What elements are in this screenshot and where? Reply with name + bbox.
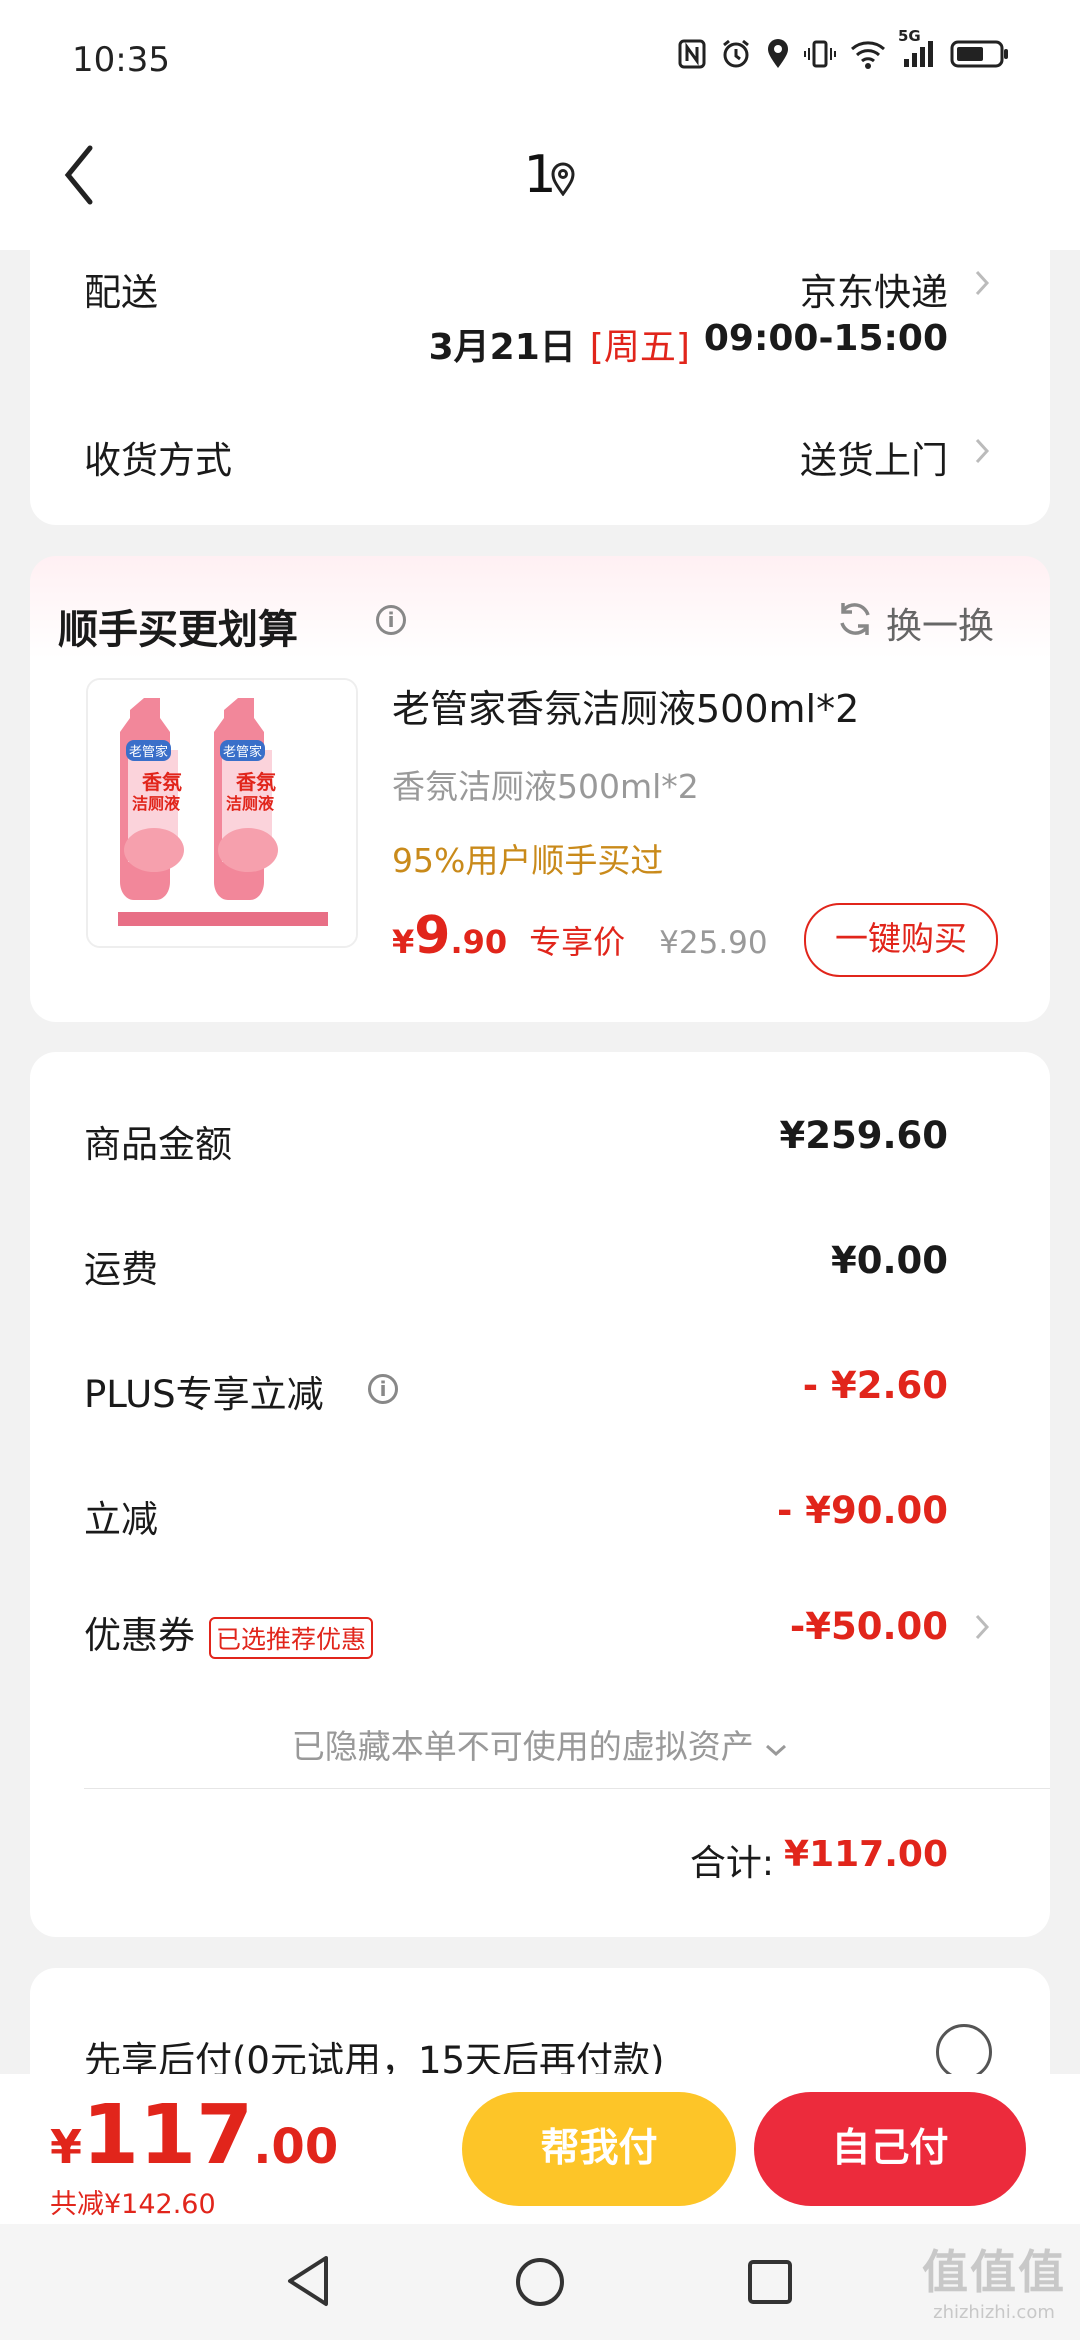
nav-back-icon[interactable] [284, 2254, 332, 2312]
product-image[interactable]: 老管家 老管家 香氛 洁厕液 香氛 洁厕液 [86, 678, 358, 948]
pay-later-radio[interactable] [936, 2024, 992, 2080]
summary-label: PLUS专享立减 [84, 1373, 324, 1416]
delivery-carrier[interactable]: 京东快递 [800, 262, 948, 316]
product-brand-text: 老管家 [220, 740, 266, 761]
one-click-buy-button[interactable]: 一键购买 [804, 903, 998, 977]
status-time: 10:35 [72, 40, 170, 80]
total-row: 合计: ¥117.00 [690, 1834, 948, 1886]
delivery-label: 配送 [84, 271, 158, 314]
summary-label: 运费 [84, 1248, 158, 1291]
signal-icon: 5G [898, 27, 936, 77]
summary-label: 立减 [84, 1498, 158, 1541]
original-price: ¥25.90 [659, 925, 768, 961]
refresh-icon [836, 600, 874, 647]
battery-icon [950, 39, 1010, 77]
product-label-text: 洁厕液 [132, 794, 181, 813]
delivery-time: 3月21日 [周五] 09:00-15:00 [429, 318, 948, 370]
status-icons: 5G [678, 27, 1010, 78]
vibrate-icon [804, 38, 836, 78]
nfc-icon [678, 39, 706, 77]
refresh-button[interactable]: 换一换 [836, 597, 994, 649]
coupon-recommend-tag: 已选推荐优惠 [209, 1616, 374, 1659]
recommend-title: 顺手买更划算 [58, 607, 298, 653]
price-symbol: ¥ [392, 923, 415, 961]
watermark-url: zhizhizhi.com [933, 2302, 1055, 2323]
coupon-discount[interactable]: -¥50.00 [790, 1605, 948, 1648]
payable-integer: 117 [82, 2088, 254, 2183]
goods-amount: ¥259.60 [779, 1114, 948, 1157]
nav-recents-icon[interactable] [746, 2258, 794, 2310]
hidden-assets-toggle[interactable]: 已隐藏本单不可使用的虚拟资产 [0, 1720, 1080, 1768]
summary-label: 优惠券 [84, 1614, 195, 1657]
delivery-window: 09:00-15:00 [703, 318, 948, 359]
alarm-icon [720, 38, 752, 78]
total-value: ¥117.00 [784, 1834, 948, 1875]
payable-amount: ¥ 117 .00 [50, 2088, 338, 2183]
coupon-row[interactable]: 优惠券 已选推荐优惠 [84, 1605, 374, 1659]
info-icon[interactable]: i [368, 1374, 398, 1404]
currency-symbol: ¥ [50, 2120, 83, 2174]
help-pay-button[interactable]: 帮我付 [462, 2092, 736, 2206]
product-brand-text: 老管家 [126, 740, 172, 761]
hidden-assets-text: 已隐藏本单不可使用的虚拟资产 [291, 1727, 754, 1766]
info-icon[interactable]: i [376, 605, 406, 635]
divider [84, 1788, 1050, 1789]
refresh-label: 换一换 [885, 606, 994, 647]
delivery-date: 3月21日 [428, 327, 576, 368]
total-saved: 共减¥142.60 [50, 2189, 216, 2220]
page-title: 1 [523, 145, 557, 205]
receive-method-label: 收货方式 [84, 439, 232, 482]
delivery-weekday: [周五] [589, 327, 690, 368]
self-pay-button[interactable]: 自己付 [754, 2092, 1026, 2206]
chevron-down-icon [764, 1727, 788, 1766]
payable-decimal: .00 [253, 2119, 339, 2175]
wifi-icon [850, 39, 886, 77]
product-name[interactable]: 老管家香氛洁厕液500ml*2 [392, 678, 859, 733]
receive-method-value[interactable]: 送货上门 [800, 430, 948, 484]
total-label: 合计: [689, 1843, 775, 1884]
plus-discount: - ¥2.60 [802, 1364, 948, 1407]
shipping-fee: ¥0.00 [830, 1239, 948, 1282]
watermark-logo-text: 值值值 [922, 2245, 1066, 2299]
product-label-text: 洁厕液 [226, 794, 275, 813]
location-status-icon [766, 38, 790, 78]
summary-label: 商品金额 [84, 1123, 232, 1166]
chevron-right-icon[interactable] [974, 268, 990, 298]
product-subtitle: 香氛洁厕液500ml*2 [392, 767, 699, 806]
location-pin-icon[interactable] [550, 162, 576, 197]
chevron-right-icon[interactable] [974, 436, 990, 466]
price-tag: 专享价 [529, 923, 626, 961]
instant-discount: - ¥90.00 [776, 1489, 948, 1532]
product-buy-rate: 95%用户顺手买过 [392, 841, 664, 880]
price-integer: 9 [414, 906, 451, 966]
nav-home-icon[interactable] [514, 2256, 566, 2312]
product-price-row: ¥ 9 .90 专享价 ¥25.90 [392, 906, 768, 966]
price-decimal: .90 [450, 923, 508, 961]
chevron-right-icon[interactable] [974, 1612, 990, 1642]
watermark: 值值值 zhizhizhi.com [922, 2236, 1066, 2323]
